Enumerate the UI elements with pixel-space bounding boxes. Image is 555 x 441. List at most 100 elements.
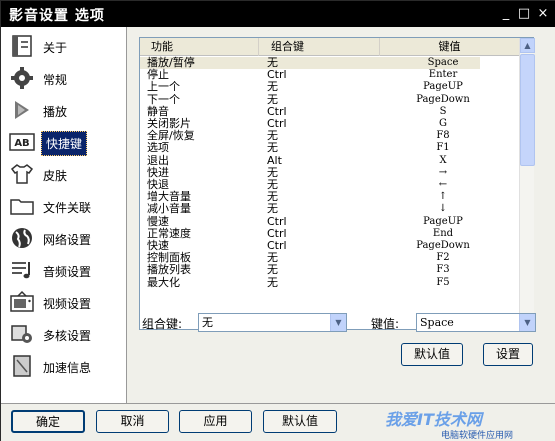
table-row[interactable]: 停止 Ctrl Enter: [140, 69, 519, 81]
cell-function: 静音: [147, 104, 169, 118]
default-button[interactable]: 默认值: [263, 410, 337, 433]
cell-function: 慢速: [147, 214, 169, 228]
cell-modifier: Ctrl: [267, 239, 287, 252]
settings-sidebar: 关于 常规 播放 AB 快捷键 皮肤 文件关联 网络设置 音频设置 视频设置 多…: [1, 27, 127, 403]
sidebar-item-general[interactable]: 常规: [5, 64, 123, 92]
chevron-down-icon[interactable]: ▼: [330, 314, 346, 331]
table-scrollbar[interactable]: ▲ ▼: [519, 38, 535, 329]
table-header: 功能 组合键 键值: [140, 38, 519, 56]
table-row[interactable]: 关闭影片 Ctrl G: [140, 118, 519, 130]
cell-function: 上一个: [147, 80, 180, 94]
table-row[interactable]: 上一个 无 PageUP: [140, 81, 519, 93]
sidebar-item-label: 快捷键: [41, 131, 88, 156]
key-label: 键值:: [371, 317, 400, 331]
table-row[interactable]: 慢速 Ctrl PageUP: [140, 214, 519, 228]
sidebar-item-skin[interactable]: 皮肤: [5, 160, 123, 188]
cell-modifier: 无: [267, 190, 278, 204]
table-row[interactable]: 退出 Alt X: [140, 153, 519, 167]
cell-key: PageUP: [423, 215, 463, 227]
cell-modifier: 无: [267, 202, 278, 216]
sidebar-item-audio[interactable]: 音频设置: [5, 256, 123, 284]
table-row[interactable]: 增大音量无 ↑: [140, 191, 519, 203]
sidebar-item-label: 关于: [43, 41, 68, 55]
chevron-down-icon[interactable]: ▼: [519, 314, 535, 331]
table-row[interactable]: 正常速度 Ctrl End: [140, 226, 519, 240]
table-row[interactable]: 静音 Ctrl S: [140, 104, 519, 118]
scroll-thumb[interactable]: [520, 54, 535, 166]
sidebar-item-network[interactable]: 网络设置: [5, 224, 123, 252]
sidebar-item-label: 音频设置: [43, 265, 92, 279]
cell-modifier: Alt: [267, 153, 282, 167]
sidebar-item-video[interactable]: 视频设置: [5, 288, 123, 316]
gear-icon: [11, 67, 33, 89]
cell-modifier: 无: [267, 141, 278, 155]
cell-key: ←: [438, 179, 448, 190]
cell-key: S: [439, 105, 447, 117]
column-header-function[interactable]: 功能: [140, 38, 259, 56]
apply-button[interactable]: 应用: [179, 410, 252, 433]
cell-function: 正常速度: [147, 226, 191, 240]
sidebar-item-label: 播放: [43, 105, 68, 119]
sidebar-item-about[interactable]: 关于: [5, 32, 123, 60]
sidebar-item-playback[interactable]: 播放: [5, 96, 123, 124]
cell-modifier: 无: [267, 178, 278, 191]
cell-function: 减小音量: [147, 202, 191, 216]
table-row[interactable]: 控制面板无 F2: [140, 252, 519, 264]
sidebar-item-label: 加速信息: [43, 361, 92, 375]
cell-modifier: 无: [267, 80, 278, 94]
table-row[interactable]: 全屏/恢复 无 F8: [140, 130, 519, 142]
column-header-key[interactable]: 键值: [380, 38, 519, 56]
cell-function: 全屏/恢复: [147, 129, 195, 143]
modifier-select[interactable]: 无 ▼: [198, 313, 347, 332]
table-row[interactable]: 快退无 ←: [140, 179, 519, 191]
sidebar-item-acceleration[interactable]: 加速信息: [5, 352, 123, 380]
sidebar-item-label: 视频设置: [43, 297, 92, 311]
title-bar[interactable]: 影音设置 选项 _ □ ×: [1, 1, 555, 27]
sidebar-item-file-association[interactable]: 文件关联: [5, 192, 123, 220]
table-row[interactable]: 快速 Ctrl PageDown: [140, 240, 519, 252]
modifier-select-value: 无: [202, 316, 213, 329]
table-row[interactable]: 播放列表 无 F3: [140, 264, 519, 276]
cell-key: F5: [436, 276, 450, 288]
cancel-button[interactable]: 取消: [96, 410, 169, 433]
sidebar-item-multicore[interactable]: 多核设置: [5, 320, 123, 348]
close-button[interactable]: ×: [534, 5, 552, 22]
cell-function: 选项: [147, 141, 169, 155]
table-row[interactable]: 快进 无 →: [140, 166, 519, 179]
key-select[interactable]: Space ▼: [416, 313, 536, 332]
cell-function: 最大化: [147, 275, 180, 289]
sidebar-item-hotkeys[interactable]: AB 快捷键: [5, 128, 123, 156]
ok-button[interactable]: 确定: [11, 410, 85, 433]
options-dialog: 影音设置 选项 _ □ × 关于 常规 播放 AB 快捷键 皮肤 文件关联 网络…: [0, 0, 555, 441]
folder-icon: [10, 199, 34, 215]
restore-default-button[interactable]: 默认值: [401, 343, 463, 366]
watermark: 我爱IT技术网 电脑软硬件应用网: [385, 404, 555, 441]
minimize-button[interactable]: _: [497, 5, 515, 22]
sidebar-item-label: 常规: [43, 73, 68, 87]
svg-text:AB: AB: [14, 138, 29, 149]
play-arrow-icon: [15, 101, 29, 119]
column-header-modifier[interactable]: 组合键: [259, 38, 380, 56]
window-title: 影音设置 选项: [9, 8, 105, 24]
table-row[interactable]: 播放/暂停无 Space: [140, 57, 480, 70]
table-row[interactable]: 选项 无 F1: [140, 142, 519, 154]
table-row[interactable]: 下一个 无 PageDown: [140, 93, 519, 106]
cell-function: 停止: [147, 68, 169, 82]
cell-modifier: 无: [267, 251, 278, 265]
cell-key: F1: [436, 142, 450, 154]
table-row[interactable]: 最大化 无 F5: [140, 275, 519, 289]
cell-modifier: Ctrl: [267, 226, 287, 240]
hotkey-table[interactable]: 功能 组合键 键值 播放/暂停无 Space 停止 Ctrl Enter 上一个无 Page…: [139, 37, 535, 330]
scroll-up-button[interactable]: ▲: [520, 38, 535, 53]
hotkeys-panel: 功能 组合键 键值 播放/暂停无 Space 停止 Ctrl Enter 上一个无 Page…: [128, 27, 555, 403]
cell-modifier: 无: [267, 129, 278, 143]
cell-modifier: Ctrl: [267, 117, 287, 130]
maximize-button[interactable]: □: [515, 5, 533, 22]
table-row[interactable]: 减小音量 无 ↓: [140, 203, 519, 215]
cell-key: G: [439, 118, 447, 129]
sidebar-item-label: 皮肤: [43, 169, 68, 183]
sidebar-item-label: 多核设置: [43, 329, 92, 343]
cell-key: F3: [436, 264, 450, 276]
set-hotkey-button[interactable]: 设置: [483, 343, 533, 366]
cell-modifier: 无: [267, 263, 278, 277]
